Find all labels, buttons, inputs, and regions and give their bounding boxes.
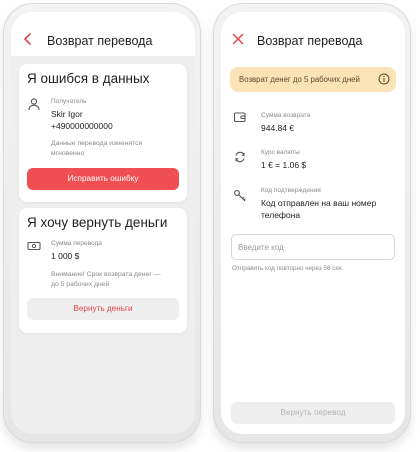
phone-frame-right: Возврат перевода Возврат денег до 5 рабо… xyxy=(213,3,411,443)
mistake-card: Я ошибся в данных Получатель Skir Igor +… xyxy=(19,64,187,202)
return-money-button[interactable]: Вернуть деньги xyxy=(27,298,179,320)
page-title: Возврат перевода xyxy=(47,34,153,48)
refund-card-title: Я хочу вернуть деньги xyxy=(27,215,168,230)
confirmation-code-text-line1: Код отправлен на ваш номер xyxy=(261,198,377,208)
exchange-rate-label: Курс валюты xyxy=(261,149,300,156)
refund-warning-line1: Внимание! Срок возврата денег — xyxy=(51,271,161,278)
refund-warning-line2: до 5 рабочих дней xyxy=(51,281,110,288)
recipient-label: Получатель xyxy=(51,98,87,105)
mistake-card-title: Я ошибся в данных xyxy=(27,71,150,86)
fix-error-button[interactable]: Исправить ошибку xyxy=(27,168,179,190)
code-input-field[interactable] xyxy=(231,234,395,260)
exchange-icon xyxy=(235,151,245,163)
confirmation-code-text-line2: телефона xyxy=(261,210,301,220)
refund-options-screen: Возврат перевода Я ошибся в данных Получ… xyxy=(11,12,195,434)
amount-value: 1 000 $ xyxy=(51,251,80,261)
close-icon[interactable] xyxy=(231,32,245,46)
confirmation-code-label: Код подтверждения xyxy=(261,187,321,194)
submit-return-button[interactable]: Вернуть перевод xyxy=(231,402,395,424)
banknote-icon xyxy=(27,241,41,251)
chevron-left-icon[interactable] xyxy=(21,32,35,46)
mistake-note-line2: мгновенно xyxy=(51,150,85,157)
person-icon xyxy=(28,98,40,111)
recipient-phone: +490000000000 xyxy=(51,121,113,131)
refund-amount-value: 944.84 € xyxy=(261,123,295,133)
phone-frame-left: Возврат перевода Я ошибся в данных Получ… xyxy=(3,3,201,443)
resend-code-timer: Отправить код повторно через 56 сек. xyxy=(232,265,344,272)
page-title: Возврат перевода xyxy=(257,34,363,48)
wallet-icon xyxy=(233,112,246,123)
mistake-note-line1: Данные перевода изменятся xyxy=(51,140,143,147)
refund-amount-label: Сумма возврата xyxy=(261,112,311,119)
banner-text: Возврат денег до 5 рабочих дней xyxy=(239,75,360,84)
refund-card: Я хочу вернуть деньги Сумма перевода 1 0… xyxy=(19,208,187,333)
amount-label: Сумма перевода xyxy=(51,240,102,247)
top-bar: Возврат перевода xyxy=(11,12,195,56)
info-icon[interactable] xyxy=(378,73,390,85)
top-bar: Возврат перевода xyxy=(221,12,405,56)
recipient-name: Skir Igor xyxy=(51,109,83,119)
refund-period-banner: Возврат денег до 5 рабочих дней xyxy=(230,67,396,92)
code-input[interactable] xyxy=(238,239,388,256)
exchange-rate-value: 1 € = 1.06 $ xyxy=(261,160,307,170)
key-icon xyxy=(234,190,246,202)
refund-confirm-screen: Возврат перевода Возврат денег до 5 рабо… xyxy=(221,12,405,434)
